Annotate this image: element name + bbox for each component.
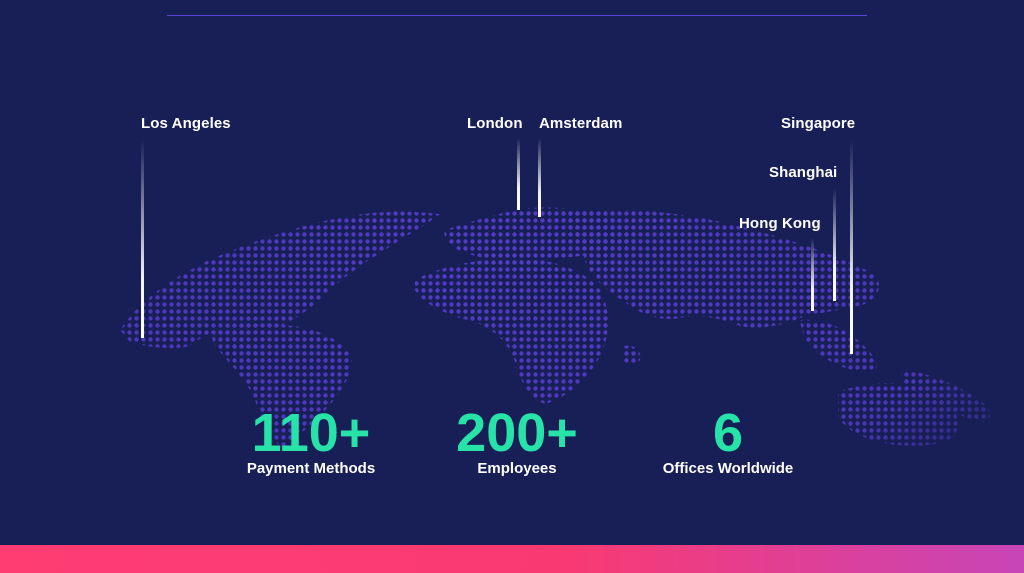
- city-label-london: London: [467, 115, 523, 132]
- asia-shape: [560, 209, 880, 328]
- africa-shape: [415, 258, 609, 404]
- stat-label-payment-methods: Payment Methods: [246, 460, 376, 477]
- world-map: [120, 207, 991, 448]
- city-label-hong-kong: Hong Kong: [739, 215, 821, 232]
- city-label-singapore: Singapore: [781, 115, 856, 132]
- pin-line-los-angeles: [141, 140, 144, 338]
- city-label-amsterdam: Amsterdam: [539, 115, 623, 132]
- stat-value-employees: 200+: [456, 403, 578, 463]
- pin-line-singapore: [850, 140, 853, 354]
- city-label-shanghai: Shanghai: [769, 164, 838, 181]
- pin-line-london: [517, 138, 520, 210]
- madagascar-shape: [622, 345, 641, 365]
- city-label-los-angeles: Los Angeles: [141, 115, 231, 132]
- bottom-gradient-bar: [0, 545, 1024, 573]
- stat-value-offices: 6: [712, 403, 744, 463]
- pin-line-amsterdam: [538, 138, 541, 217]
- southeast-asia-shape: [800, 319, 877, 373]
- stat-label-offices: Offices Worldwide: [662, 460, 794, 477]
- stat-value-payment-methods: 110+: [251, 403, 371, 463]
- stat-label-employees: Employees: [477, 460, 557, 477]
- pin-line-shanghai: [833, 188, 836, 301]
- pin-line-hong-kong: [811, 238, 814, 311]
